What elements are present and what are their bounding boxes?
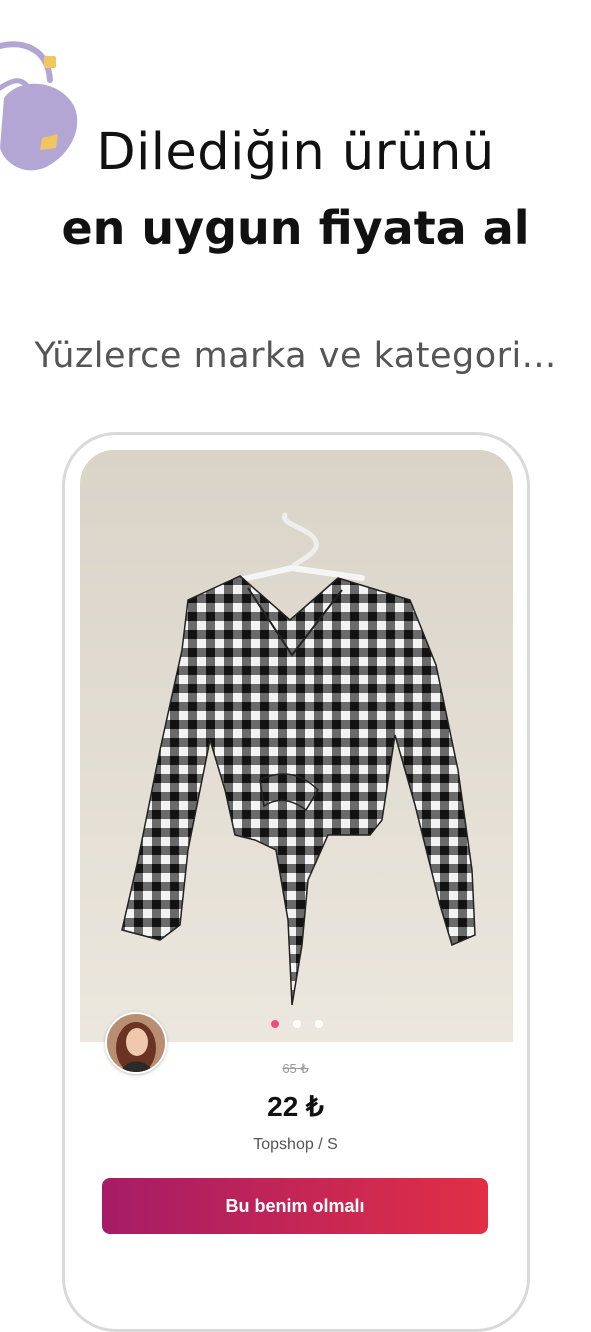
headline-line-2: en uygun fiyata al [61, 201, 530, 255]
old-price: 65 ₺ [282, 1061, 309, 1076]
carousel-dot[interactable] [292, 1020, 301, 1028]
carousel-dot[interactable] [314, 1020, 323, 1028]
headline-line-1: Dilediğin ürünü [96, 123, 495, 182]
headline: Dilediğin ürünü en uygun fiyata al [0, 120, 591, 270]
price: 22 ₺ [267, 1091, 324, 1122]
subtitle: Yüzlerce marka ve kategori... [34, 336, 557, 376]
gingham-blouse-photo[interactable] [80, 450, 513, 1042]
brand-size: Topshop / S [253, 1136, 338, 1153]
carousel-dot-active[interactable] [270, 1020, 279, 1028]
buy-button[interactable]: Bu benim olmalı [102, 1178, 488, 1234]
